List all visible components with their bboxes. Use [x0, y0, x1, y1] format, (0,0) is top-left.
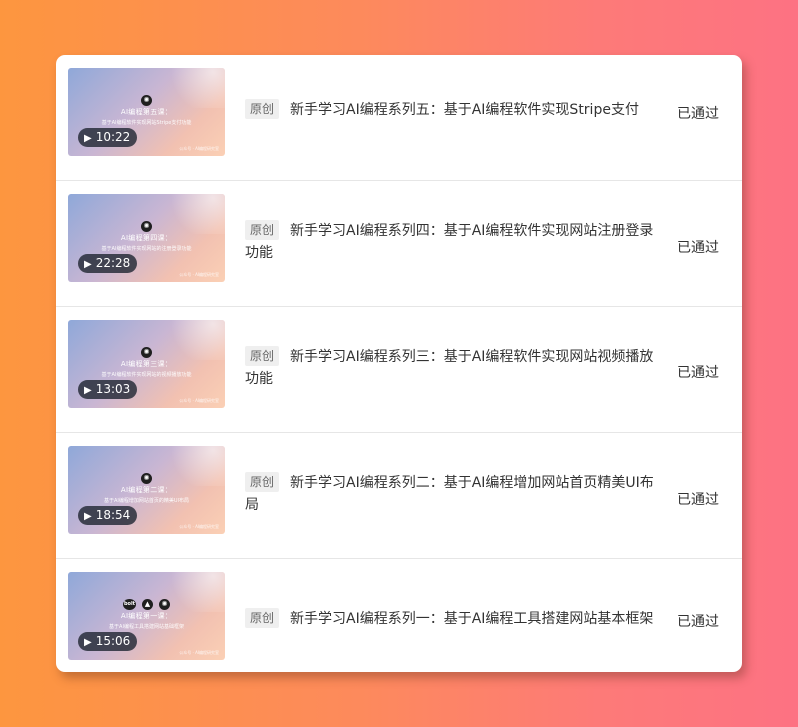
thumbnail-title: AI编程第二课：	[120, 486, 173, 494]
video-title[interactable]: 新手学习AI编程系列二：基于AI编程增加网站首页精美UI布局	[245, 475, 654, 513]
video-thumbnail[interactable]: ✺ AI编程第三课： 基于AI编程软件实现网站的视频播放功能 公众号 · AI编…	[68, 320, 225, 408]
video-title-block[interactable]: 原创 新手学习AI编程系列四：基于AI编程软件实现网站注册登录功能	[245, 220, 655, 264]
review-status: 已通过	[677, 106, 719, 122]
thumbnail-watermark: 公众号 · AI编程研究室	[179, 272, 219, 277]
duration-badge[interactable]: ▶ 15:06	[78, 632, 138, 651]
openai-logo-icon: ✺	[159, 599, 170, 610]
duration-text: 22:28	[95, 256, 131, 270]
original-tag: 原创	[245, 99, 280, 119]
video-title[interactable]: 新手学习AI编程系列三：基于AI编程软件实现网站视频播放功能	[245, 349, 653, 387]
thumbnail-subtitle: 基于AI编程软件实现网站Stripe支付功能	[101, 120, 192, 126]
thumbnail-title: AI编程第五课：	[120, 108, 173, 116]
openai-logo-icon: ✺	[141, 347, 152, 358]
thumbnail-subtitle: 基于AI编程工具搭建网站基础框架	[109, 624, 184, 630]
openai-logo-icon: ✺	[141, 95, 152, 106]
video-row[interactable]: ✺ AI编程第三课： 基于AI编程软件实现网站的视频播放功能 公众号 · AI编…	[56, 307, 742, 433]
video-title-block[interactable]: 原创 新手学习AI编程系列五：基于AI编程软件实现Stripe支付	[245, 99, 655, 121]
play-icon: ▶	[84, 511, 92, 522]
duration-text: 13:03	[95, 382, 131, 396]
thumbnail-subtitle: 基于AI编程软件实现网站的视频播放功能	[101, 372, 192, 378]
thumbnail-subtitle: 基于AI编程增加网站首页的精美UI布局	[103, 498, 190, 504]
duration-badge[interactable]: ▶ 22:28	[78, 254, 138, 273]
video-list-card: ✺ AI编程第五课： 基于AI编程软件实现网站Stripe支付功能 公众号 · …	[56, 55, 742, 672]
duration-badge[interactable]: ▶ 18:54	[78, 506, 138, 525]
review-status: 已通过	[677, 614, 719, 630]
video-thumbnail[interactable]: ✺ AI编程第二课： 基于AI编程增加网站首页的精美UI布局 公众号 · AI编…	[68, 446, 225, 534]
review-status: 已通过	[677, 240, 719, 256]
original-tag: 原创	[245, 608, 280, 628]
duration-badge[interactable]: ▶ 13:03	[78, 380, 138, 399]
duration-badge[interactable]: ▶ 10:22	[78, 128, 138, 147]
thumbnail-title: AI编程第三课：	[120, 360, 173, 368]
video-title-block[interactable]: 原创 新手学习AI编程系列三：基于AI编程软件实现网站视频播放功能	[245, 346, 655, 390]
review-status: 已通过	[677, 365, 719, 381]
openai-logo-icon: ✺	[141, 473, 152, 484]
review-status: 已通过	[677, 492, 719, 508]
play-icon: ▶	[84, 637, 92, 648]
thumbnail-watermark: 公众号 · AI编程研究室	[179, 524, 219, 529]
original-tag: 原创	[245, 472, 280, 492]
original-tag: 原创	[245, 220, 280, 240]
thumbnail-subtitle: 基于AI编程软件实现网站的注册登录功能	[101, 246, 192, 252]
duration-text: 10:22	[95, 130, 131, 144]
video-title-block[interactable]: 原创 新手学习AI编程系列二：基于AI编程增加网站首页精美UI布局	[245, 472, 655, 516]
thumbnail-title: AI编程第四课：	[120, 234, 173, 242]
play-icon: ▶	[84, 385, 92, 396]
video-row[interactable]: ✺ AI编程第四课： 基于AI编程软件实现网站的注册登录功能 公众号 · AI编…	[56, 181, 742, 307]
thumbnail-watermark: 公众号 · AI编程研究室	[179, 398, 219, 403]
video-row[interactable]: bolt ▲ ✺ AI编程第一课： 基于AI编程工具搭建网站基础框架 公众号 · A…	[56, 559, 742, 672]
thumbnail-watermark: 公众号 · AI编程研究室	[179, 146, 219, 151]
thumbnail-title: AI编程第一课：	[120, 612, 173, 620]
play-icon: ▶	[84, 133, 92, 144]
video-row[interactable]: ✺ AI编程第五课： 基于AI编程软件实现网站Stripe支付功能 公众号 · …	[56, 55, 742, 181]
video-title[interactable]: 新手学习AI编程系列四：基于AI编程软件实现网站注册登录功能	[245, 223, 653, 261]
video-title-block[interactable]: 原创 新手学习AI编程系列一：基于AI编程工具搭建网站基本框架	[245, 608, 655, 630]
video-row[interactable]: ✺ AI编程第二课： 基于AI编程增加网站首页的精美UI布局 公众号 · AI编…	[56, 433, 742, 559]
video-title[interactable]: 新手学习AI编程系列一：基于AI编程工具搭建网站基本框架	[290, 611, 653, 627]
bolt-logo-icon: bolt	[123, 599, 136, 610]
video-title[interactable]: 新手学习AI编程系列五：基于AI编程软件实现Stripe支付	[290, 102, 639, 118]
original-tag: 原创	[245, 346, 280, 366]
duration-text: 18:54	[95, 508, 131, 522]
play-icon: ▶	[84, 259, 92, 270]
vercel-logo-icon: ▲	[142, 599, 153, 610]
openai-logo-icon: ✺	[141, 221, 152, 232]
duration-text: 15:06	[95, 634, 131, 648]
video-thumbnail[interactable]: ✺ AI编程第五课： 基于AI编程软件实现网站Stripe支付功能 公众号 · …	[68, 68, 225, 156]
thumbnail-watermark: 公众号 · AI编程研究室	[179, 650, 219, 655]
video-thumbnail[interactable]: bolt ▲ ✺ AI编程第一课： 基于AI编程工具搭建网站基础框架 公众号 · A…	[68, 572, 225, 660]
video-thumbnail[interactable]: ✺ AI编程第四课： 基于AI编程软件实现网站的注册登录功能 公众号 · AI编…	[68, 194, 225, 282]
